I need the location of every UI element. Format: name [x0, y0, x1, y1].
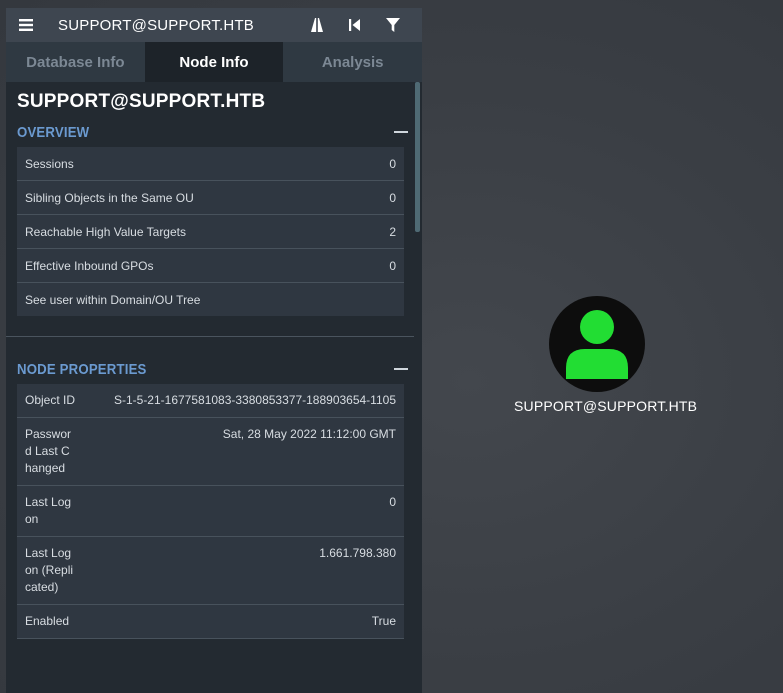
- overview-row-sessions[interactable]: Sessions 0: [17, 147, 404, 181]
- node-properties-list: Object ID S-1-5-21-1677581083-3380853377…: [17, 384, 404, 639]
- overview-row-inbound-gpos[interactable]: Effective Inbound GPOs 0: [17, 249, 404, 283]
- property-value: S-1-5-21-1677581083-3380853377-188903654…: [113, 393, 396, 407]
- node-info-panel: SUPPORT@SUPPORT.HTB Database Info Node I…: [6, 8, 422, 693]
- scrollbar-thumb[interactable]: [415, 82, 420, 232]
- row-label: Sibling Objects in the Same OU: [25, 190, 194, 205]
- panel-tabs: Database Info Node Info Analysis: [6, 42, 422, 82]
- row-label: Effective Inbound GPOs: [25, 258, 154, 273]
- top-bar: SUPPORT@SUPPORT.HTB: [6, 8, 422, 42]
- node-title: SUPPORT@SUPPORT.HTB: [17, 91, 266, 112]
- menu-icon[interactable]: [16, 8, 36, 42]
- user-node-circle[interactable]: [549, 296, 645, 392]
- back-icon[interactable]: [336, 8, 374, 42]
- row-value: 2: [389, 224, 396, 239]
- overview-list: Sessions 0 Sibling Objects in the Same O…: [17, 147, 404, 316]
- row-value: 0: [389, 190, 396, 205]
- row-value: 0: [389, 156, 396, 171]
- node-info-content: SUPPORT@SUPPORT.HTB OVERVIEW Sessions 0 …: [6, 82, 414, 693]
- row-label: Sessions: [25, 156, 74, 171]
- path-finding-icon[interactable]: [298, 8, 336, 42]
- overview-row-high-value-targets[interactable]: Reachable High Value Targets 2: [17, 215, 404, 249]
- graph-node-label: SUPPORT@SUPPORT.HTB: [514, 398, 698, 414]
- overview-row-domain-tree[interactable]: See user within Domain/OU Tree: [17, 283, 404, 316]
- property-key: Password Last Changed: [25, 427, 72, 475]
- property-row-last-logon: Last Logon 0: [17, 486, 404, 537]
- overview-header[interactable]: OVERVIEW: [6, 117, 414, 147]
- filter-icon[interactable]: [374, 8, 412, 42]
- property-key: Last Logon: [25, 495, 72, 526]
- tab-analysis[interactable]: Analysis: [283, 42, 422, 82]
- graph-node-user[interactable]: SUPPORT@SUPPORT.HTB: [514, 296, 698, 414]
- collapse-icon[interactable]: [394, 131, 408, 133]
- row-label: See user within Domain/OU Tree: [25, 292, 201, 307]
- property-value: True: [371, 614, 396, 628]
- property-row-password-last-changed: Password Last Changed Sat, 28 May 2022 1…: [17, 418, 404, 486]
- user-icon: [566, 310, 628, 379]
- property-key: Enabled: [25, 614, 70, 628]
- collapse-icon[interactable]: [394, 368, 408, 370]
- overview-row-sibling-objects[interactable]: Sibling Objects in the Same OU 0: [17, 181, 404, 215]
- property-key: Last Logon (Replicated): [25, 546, 74, 594]
- row-value: 0: [389, 258, 396, 273]
- search-node-title[interactable]: SUPPORT@SUPPORT.HTB: [58, 17, 298, 34]
- tab-database-info[interactable]: Database Info: [6, 42, 145, 82]
- property-row-enabled: Enabled True: [17, 605, 404, 639]
- property-value: 1.661.798.380: [319, 546, 396, 560]
- property-value: 0: [389, 495, 396, 509]
- tab-node-info[interactable]: Node Info: [144, 42, 284, 82]
- property-value: Sat, 28 May 2022 11:12:00 GMT: [222, 427, 396, 441]
- node-properties-title: NODE PROPERTIES: [17, 360, 147, 378]
- section-divider: [6, 336, 414, 337]
- overview-title: OVERVIEW: [17, 123, 90, 141]
- row-label: Reachable High Value Targets: [25, 224, 186, 239]
- node-properties-header[interactable]: NODE PROPERTIES: [6, 354, 414, 384]
- property-row-last-logon-replicated: Last Logon (Replicated) 1.661.798.380: [17, 537, 404, 605]
- panel-scrollbar[interactable]: [414, 82, 422, 693]
- property-key: Object ID: [25, 393, 76, 407]
- property-row-object-id: Object ID S-1-5-21-1677581083-3380853377…: [17, 384, 404, 418]
